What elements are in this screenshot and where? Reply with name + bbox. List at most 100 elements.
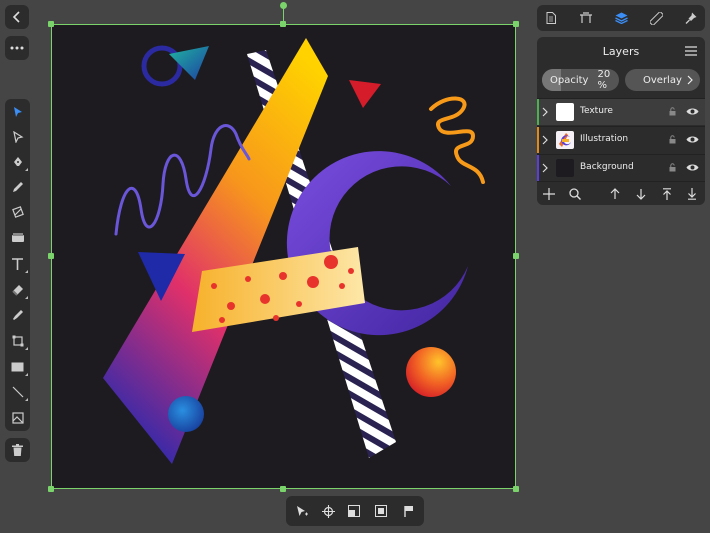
layer-thumbnail [556,103,574,121]
place-image-icon [11,412,24,424]
flip-button[interactable] [346,503,362,519]
move-to-top-button[interactable] [659,186,675,202]
text-tool-icon [12,257,23,270]
layer-name: Texture [580,106,613,116]
ruler-icon [649,11,663,25]
group-icon [375,505,387,517]
layer-thumbnail [556,159,574,177]
move-to-bottom-icon [688,188,696,200]
eye-icon[interactable] [686,135,699,144]
lock-icon[interactable] [669,107,676,116]
eye-icon[interactable] [686,107,699,116]
vector-brush-tool[interactable] [5,200,30,224]
group-button[interactable] [373,503,389,519]
resize-handle[interactable] [513,253,519,259]
color-picker-tool[interactable] [5,303,30,327]
rectangle-tool-icon [11,362,24,372]
eraser-icon [11,285,23,296]
resize-handle[interactable] [513,21,519,27]
move-up-button[interactable] [607,186,623,202]
lock-icon[interactable] [669,135,676,144]
vector-brush-icon [11,206,24,218]
resize-handle[interactable] [48,253,54,259]
opacity-slider[interactable]: Opacity 20 % [542,69,619,91]
menu-icon[interactable] [685,46,697,56]
eye-icon[interactable] [686,163,699,172]
back-button[interactable] [5,5,29,29]
tab-ruler[interactable] [642,5,670,31]
panel-title: Layers [602,45,640,58]
move-to-top-icon [663,188,671,200]
layers-panel: Layers Opacity 20 % Overlay Texture Illu… [537,37,705,205]
fill-tool[interactable] [5,226,30,250]
resize-handle[interactable] [48,486,54,492]
chevron-right-icon [687,75,693,85]
text-tool[interactable] [5,252,30,276]
move-down-icon [636,189,646,200]
pencil-tool[interactable] [5,175,30,199]
expand-chevron-icon[interactable] [542,107,548,117]
resize-handle[interactable] [513,486,519,492]
add-layer-button[interactable] [541,186,557,202]
search-icon [569,188,581,200]
pivot-button[interactable] [320,503,336,519]
layer-row-texture[interactable]: Texture [537,98,705,125]
node-tool[interactable] [5,125,30,149]
layer-name: Illustration [580,134,629,144]
rotation-handle[interactable] [280,2,287,9]
expand-chevron-icon[interactable] [542,135,548,145]
opacity-value: 20 % [597,69,611,91]
blend-mode-value: Overlay [643,74,682,86]
tab-layers[interactable] [607,5,635,31]
move-to-bottom-button[interactable] [684,186,700,202]
color-picker-icon [12,310,23,320]
tab-document[interactable] [537,5,565,31]
tools-panel [5,99,30,431]
artboard[interactable] [51,24,516,489]
layer-row-illustration[interactable]: Illustration [537,126,705,153]
crop-tool-icon [12,335,23,347]
flip-icon [348,505,360,517]
layer-row-background[interactable]: Background [537,154,705,181]
tab-pin[interactable] [677,5,705,31]
move-down-button[interactable] [633,186,649,202]
resize-handle[interactable] [48,21,54,27]
layers-panel-footer [537,181,705,205]
line-tool[interactable] [5,380,30,404]
context-toolbar [286,496,424,526]
pin-button[interactable] [400,503,416,519]
layer-thumbnail [556,131,574,149]
move-tool[interactable] [5,100,30,124]
rectangle-tool[interactable] [5,355,30,379]
eraser-tool[interactable] [5,278,30,302]
lock-icon[interactable] [669,163,676,172]
fill-tool-icon [11,233,24,242]
tab-transform[interactable] [572,5,600,31]
chevron-left-icon [12,11,20,23]
add-layer-icon [543,188,555,200]
search-button[interactable] [567,186,583,202]
opacity-label: Opacity [550,74,589,86]
layers-icon [614,12,628,24]
resize-handle[interactable] [280,486,286,492]
pin-icon [404,505,413,517]
studio-tabs [537,5,705,31]
more-button[interactable] [5,36,29,60]
delete-button[interactable] [5,438,30,462]
expand-chevron-icon[interactable] [542,163,548,173]
pin-icon [685,12,697,24]
illustration-artwork [51,24,516,489]
layer-color-tag [537,127,539,153]
place-image-tool[interactable] [5,406,30,430]
select-button[interactable] [294,503,310,519]
pencil-tool-icon [12,182,23,192]
crop-tool[interactable] [5,329,30,353]
select-icon [297,505,308,516]
pen-tool[interactable] [5,150,30,174]
layer-name: Background [580,162,634,172]
document-icon [546,12,556,24]
line-tool-icon [12,386,23,398]
move-tool-icon [13,107,22,117]
blend-mode-select[interactable]: Overlay [625,69,700,91]
trash-icon [12,444,23,456]
